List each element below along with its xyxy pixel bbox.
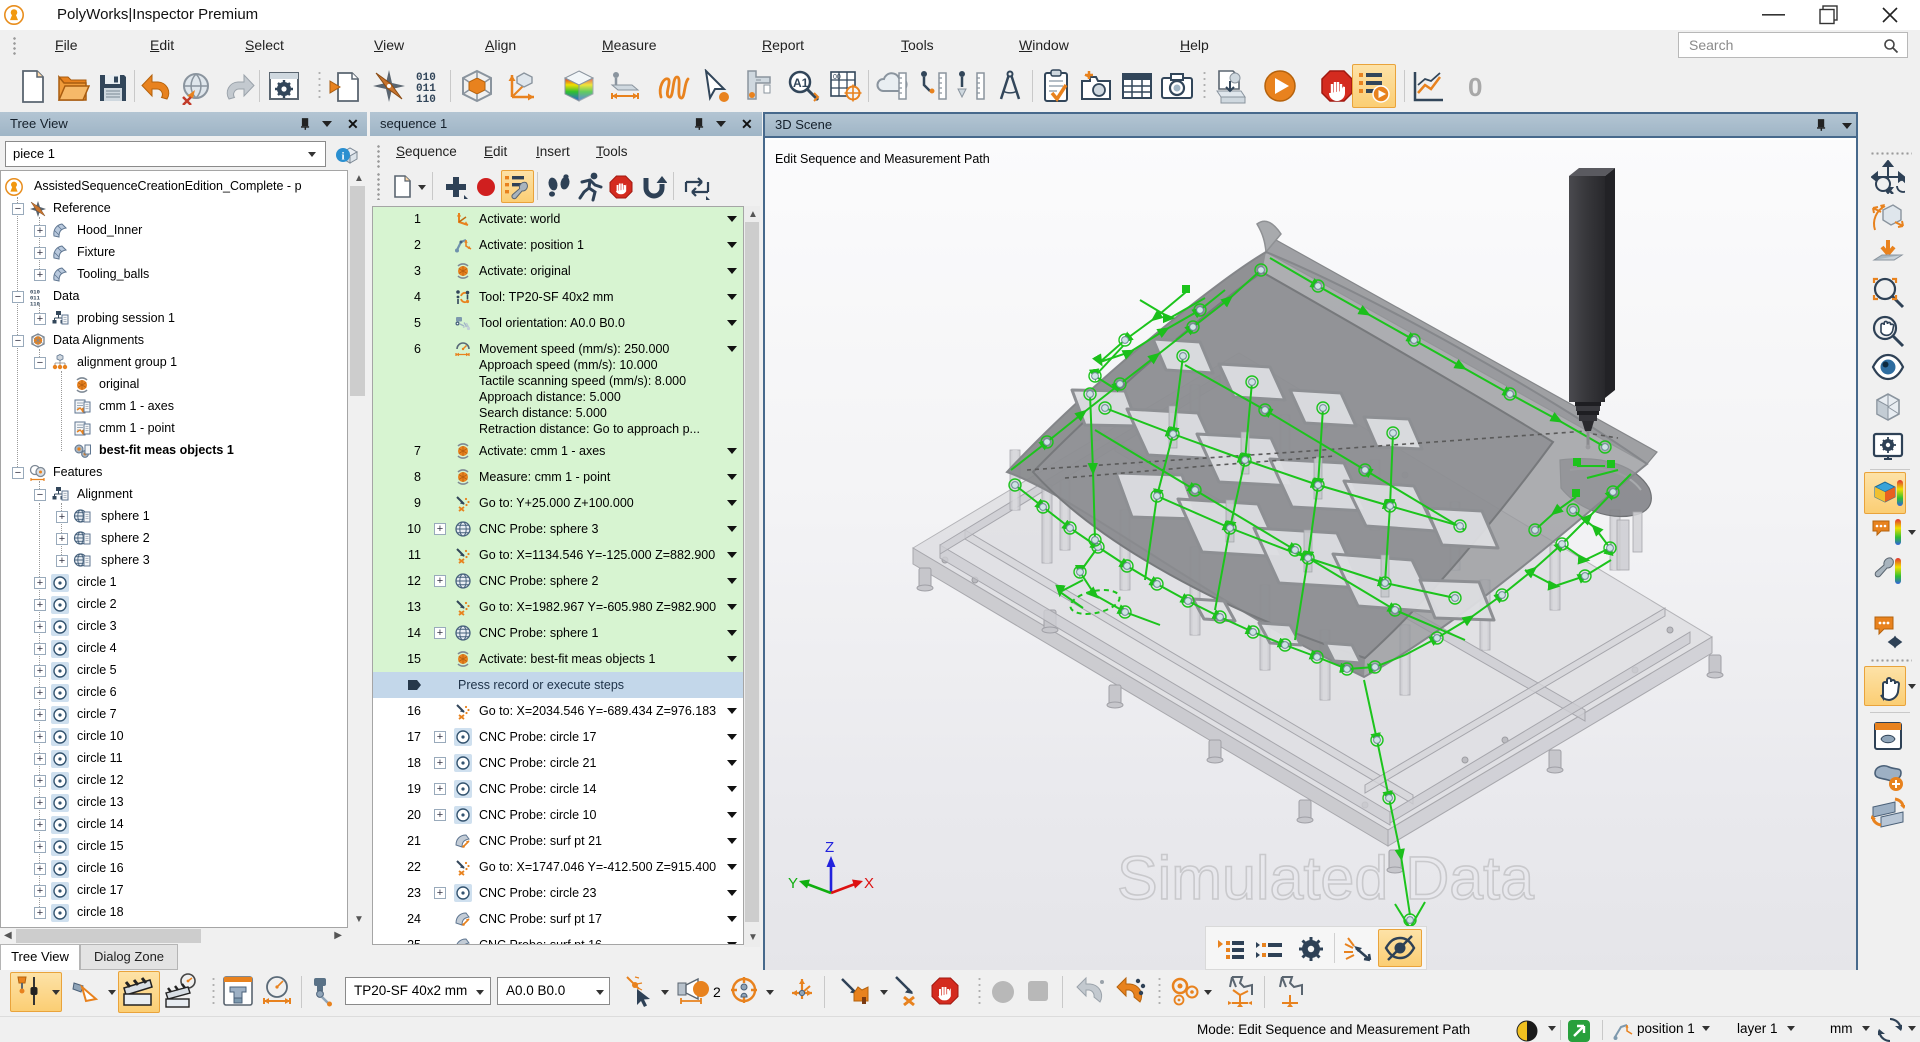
svg-text:Z: Z <box>825 839 834 856</box>
svg-text:Y: Y <box>788 875 798 892</box>
svg-text:110: 110 <box>30 301 40 307</box>
svg-text:A1: A1 <box>793 76 809 90</box>
svg-text:X: X <box>864 875 874 892</box>
svg-text:00: 00 <box>833 74 841 81</box>
svg-text:i: i <box>341 151 344 163</box>
svg-text:110: 110 <box>416 94 436 105</box>
